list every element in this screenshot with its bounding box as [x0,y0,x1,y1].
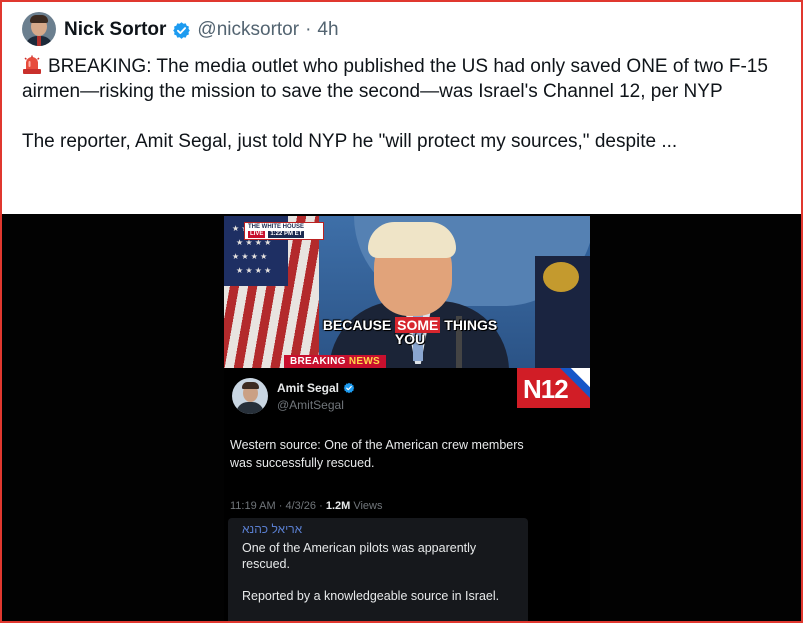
quoted-post[interactable]: אריאל כהנא One of the American pilots wa… [228,518,528,621]
verified-badge-icon [343,382,355,394]
tweet[interactable]: Nick Sortor @nicksortor · 4h BREAKING: T… [2,2,801,212]
author-handle[interactable]: @nicksortor [197,19,299,41]
live-label: LIVE [248,231,266,238]
embedded-author-name[interactable]: Amit Segal [277,381,339,395]
badge-title: THE WHITE HOUSE [248,224,305,230]
meta-separator: · [305,19,312,40]
tweet-paragraph-1-text: BREAKING: The media outlet who published… [22,56,768,102]
meta-separator: · [275,500,286,512]
views-label: Views [350,500,383,512]
verified-badge-icon [173,21,191,39]
badge-time: 1:22 PM ET [268,231,305,238]
video-frame[interactable]: ★ ★ ★ ★ ★ ★ ★ ★ ★ ★ ★ ★ ★ ★ ★ ★ THE WHIT… [224,216,590,368]
breaking-label: BREAKING [290,356,349,367]
breaking-news-banner: BREAKING NEWS [284,355,387,368]
embedded-author-avatar[interactable] [232,378,268,414]
views-count: 1.2M [325,500,351,512]
embedded-tweet-meta: 11:19 AM · 4/3/26 · 1.2M Views [230,500,383,512]
embedded-tweet-time[interactable]: 11:19 AM [230,500,276,512]
video-caption: BECAUSE SOME THINGS YOU [312,317,508,347]
presidential-flag [535,256,590,368]
n12-logo: N12 [517,368,590,408]
breaking-news-label: NEWS [348,356,381,367]
n12-logo-text: N12 [523,374,569,404]
tweet-header: Nick Sortor @nicksortor · 4h [64,18,339,42]
quoted-text-1: One of the American pilots was apparentl… [242,541,477,571]
tweet-text: BREAKING: The media outlet who published… [22,54,792,154]
author-avatar[interactable] [22,12,56,46]
quoted-author[interactable]: אריאל כהנא [242,522,322,536]
tweet-media[interactable]: ★ ★ ★ ★ ★ ★ ★ ★ ★ ★ ★ ★ ★ ★ ★ ★ THE WHIT… [2,214,801,621]
siren-emoji-icon [23,55,41,74]
embedded-author-row: Amit Segal [277,381,355,395]
quoted-text-2: Reported by a knowledgeable source in Is… [242,589,500,603]
tweet-paragraph-2: The reporter, Amit Segal, just told NYP … [22,131,678,152]
embedded-tweet-date[interactable]: 4/3/26 [285,500,316,512]
white-house-live-badge: THE WHITE HOUSE LIVE 1:22 PM ET [244,222,324,240]
embedded-author-handle[interactable]: @AmitSegal [277,398,344,412]
embedded-tweet-card[interactable]: Amit Segal @AmitSegal N12 Western source… [224,368,590,621]
screenshot-frame: Nick Sortor @nicksortor · 4h BREAKING: T… [0,0,803,623]
tweet-age[interactable]: 4h [317,19,338,41]
meta-separator: · [316,500,326,512]
caption-line-2: YOU [394,331,426,347]
caption-after: THINGS [440,317,498,333]
author-name[interactable]: Nick Sortor [64,19,166,41]
embedded-tweet-text: Western source: One of the American crew… [230,438,524,470]
tweet-paragraph-1: BREAKING: The media outlet who published… [22,54,792,104]
caption-before: BECAUSE [322,317,396,333]
